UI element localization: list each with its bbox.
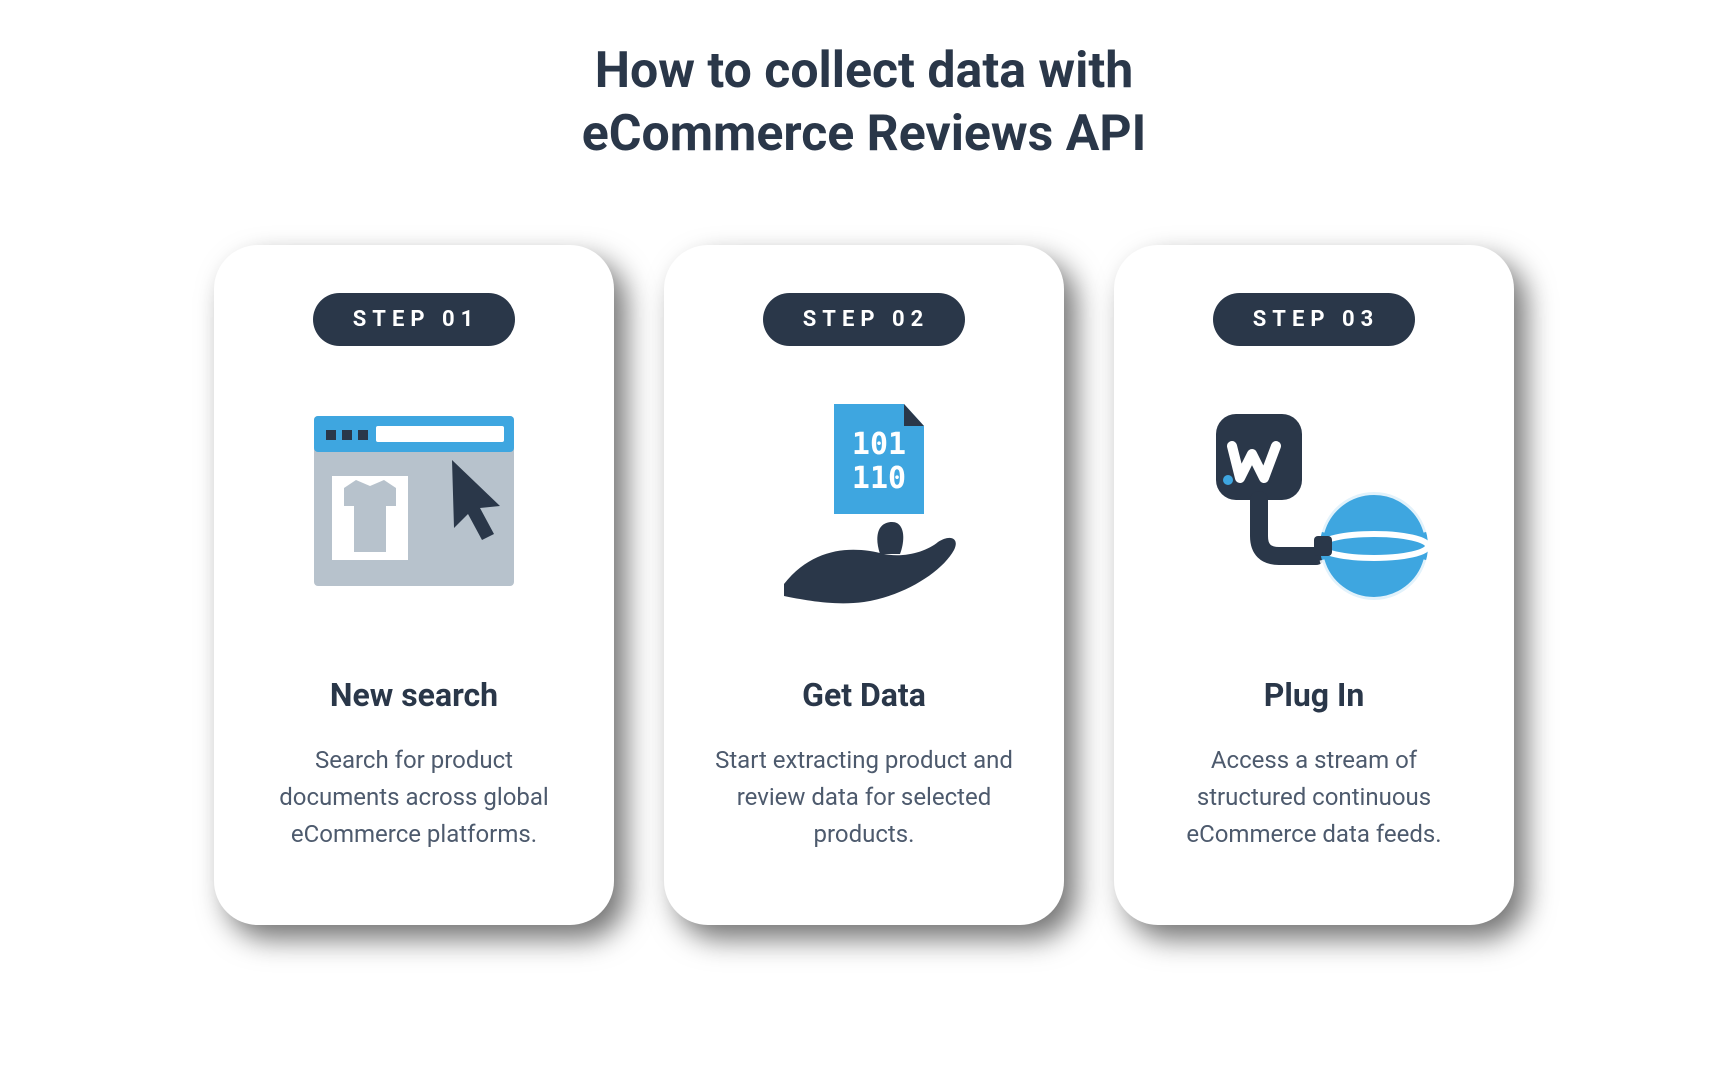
step-badge-2: STEP 02	[763, 293, 965, 346]
step-title-1: New search	[330, 676, 498, 714]
title-line-2: eCommerce Reviews API	[582, 105, 1146, 163]
step-desc-2: Start extracting product and review data…	[704, 742, 1024, 854]
page-title: How to collect data with eCommerce Revie…	[582, 40, 1146, 165]
step-badge-3: STEP 03	[1213, 293, 1415, 346]
step-card-2: STEP 02 101 110 Get Data Start extractin…	[664, 245, 1064, 925]
step-card-1: STEP 01 New search Search for product do…	[214, 245, 614, 925]
plugin-connector-icon	[1184, 396, 1444, 616]
step-title-2: Get Data	[802, 676, 926, 714]
steps-row: STEP 01 New search Search for product do…	[214, 245, 1514, 925]
svg-text:101: 101	[852, 427, 906, 462]
svg-text:110: 110	[852, 461, 906, 496]
title-line-1: How to collect data with	[595, 42, 1134, 100]
step-badge-1: STEP 01	[313, 293, 515, 346]
step-desc-1: Search for product documents across glob…	[254, 742, 574, 854]
step-card-3: STEP 03 Plug In Access a stream of struc…	[1114, 245, 1514, 925]
data-file-hand-icon: 101 110	[734, 396, 994, 616]
step-desc-3: Access a stream of structured continuous…	[1154, 742, 1474, 854]
browser-search-icon	[284, 396, 544, 616]
step-title-3: Plug In	[1264, 676, 1365, 714]
